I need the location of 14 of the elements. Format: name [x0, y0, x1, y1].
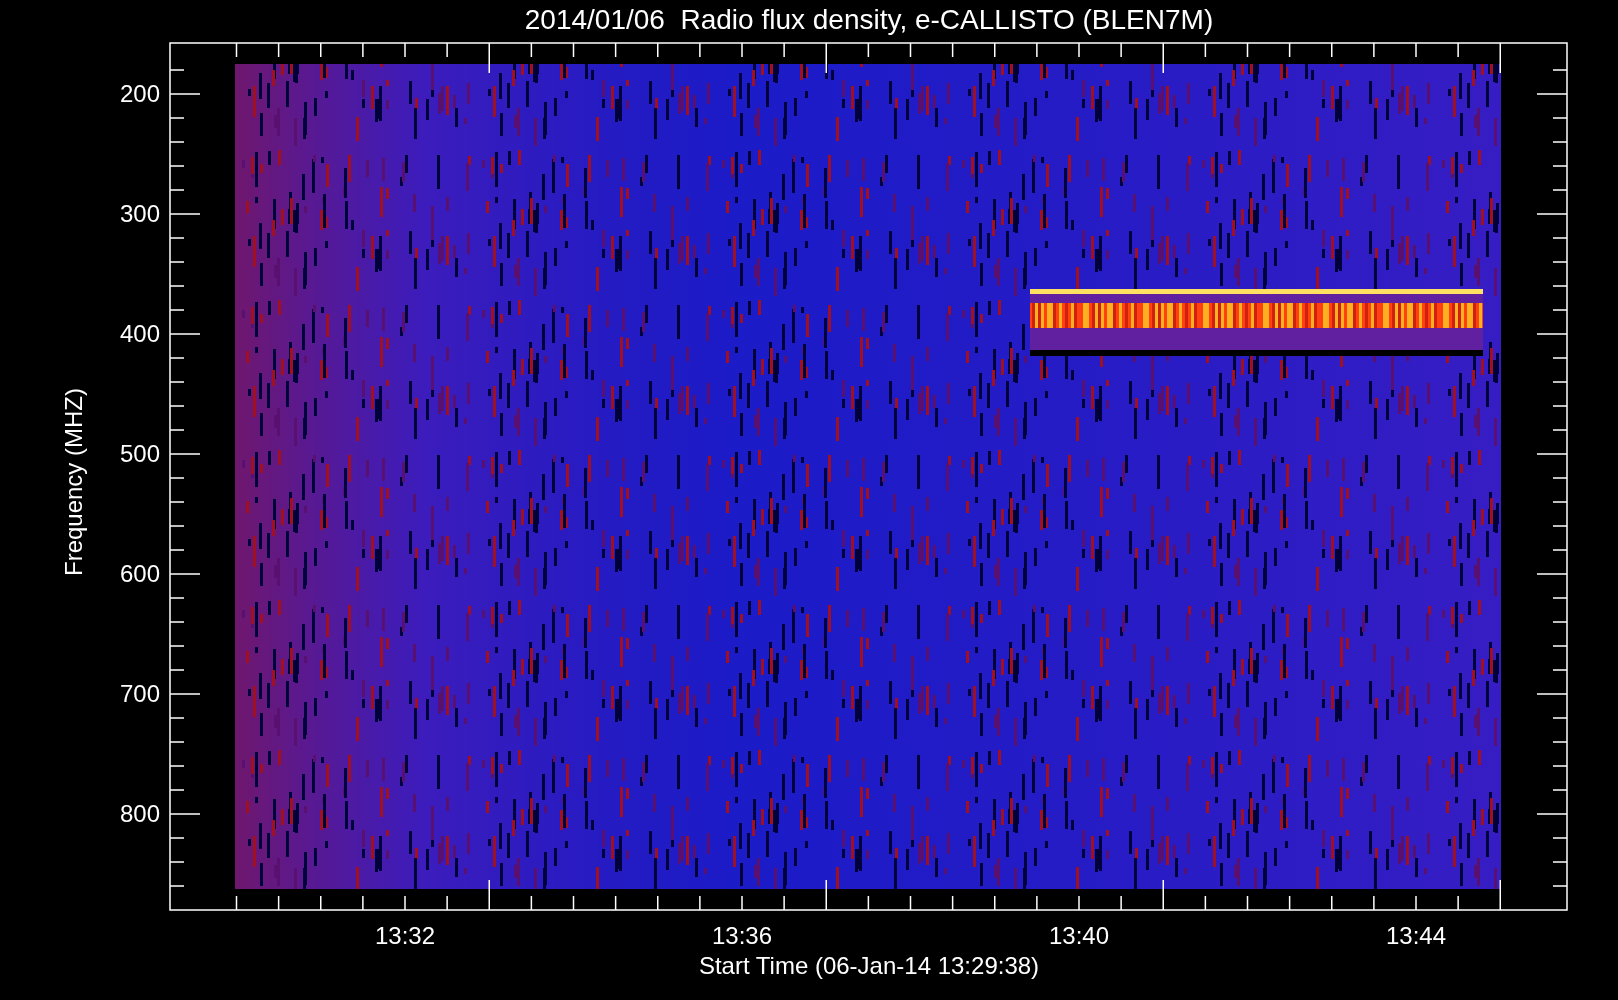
x-tick-label: 13:40	[1048, 922, 1110, 949]
plot-title: 2014/01/06 Radio flux density, e-CALLISTO (BLEN7M)	[524, 4, 1214, 35]
x-axis-label: Start Time (06-Jan-14 13:29:38)	[698, 952, 1040, 979]
y-axis-label: Frequency (MHZ)	[60, 388, 87, 576]
y-tick-label: 600	[119, 560, 160, 587]
y-tick-label: 200	[119, 80, 160, 107]
y-tick-label: 300	[119, 200, 160, 227]
x-tick-label: 13:36	[711, 922, 773, 949]
x-tick-label: 13:32	[374, 922, 436, 949]
y-tick-label: 400	[119, 320, 160, 347]
y-tick-label: 500	[119, 440, 160, 467]
y-tick-label: 800	[119, 800, 160, 827]
y-tick-label: 700	[119, 680, 160, 707]
x-tick-label: 13:44	[1385, 922, 1447, 949]
